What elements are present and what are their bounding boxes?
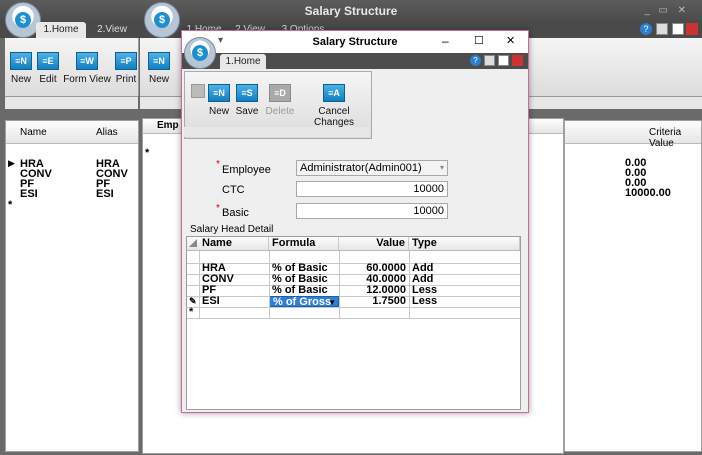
report-icon[interactable] bbox=[656, 23, 668, 35]
print-icon: ≡P bbox=[115, 52, 137, 70]
employee-select[interactable]: Administrator(Admin001) ▾ bbox=[296, 160, 448, 176]
column-header-type[interactable]: Type bbox=[409, 237, 520, 250]
close-button[interactable]: ✕ bbox=[506, 34, 515, 47]
chevron-down-icon[interactable]: ▾ bbox=[440, 161, 444, 175]
dialog-titlebar: ▾ Salary Structure – ☐ ✕ bbox=[182, 31, 528, 53]
left-ribbon: ≡N New ≡E Edit ≡W Form View ≡P Print bbox=[5, 38, 139, 96]
required-marker: * bbox=[216, 159, 220, 170]
new-row-marker-icon: * bbox=[8, 199, 13, 211]
list-item[interactable]: PF PF bbox=[20, 178, 138, 190]
maximize-button[interactable]: ☐ bbox=[474, 34, 484, 47]
window-icon[interactable] bbox=[498, 55, 509, 66]
new-icon: ≡N bbox=[208, 84, 230, 102]
left-pane: $ 1.Home 2.View ≡N New ≡E Edit ≡W Form View… bbox=[0, 0, 139, 455]
app-logo-icon[interactable]: $ bbox=[144, 2, 180, 38]
column-header-name[interactable]: Name bbox=[199, 237, 269, 250]
tab-view[interactable]: 2.View bbox=[90, 22, 134, 38]
new-button[interactable]: ≡N New bbox=[146, 52, 172, 85]
grid-icon bbox=[191, 84, 205, 98]
help-icon[interactable]: ? bbox=[470, 55, 481, 66]
required-marker: * bbox=[216, 203, 220, 214]
right-pane: ? Criteria Value 0.00 0.00 0.00 10000.00 bbox=[564, 0, 702, 455]
criteria-grid: Criteria Value 0.00 0.00 0.00 10000.00 bbox=[564, 120, 702, 452]
edit-icon: ≡E bbox=[37, 52, 59, 70]
tab-home[interactable]: 1.Home bbox=[36, 22, 86, 38]
formula-dropdown[interactable]: % of Gross ▼ bbox=[269, 296, 339, 308]
new-icon: ≡N bbox=[148, 52, 170, 70]
basic-field[interactable]: 10000 bbox=[296, 203, 448, 219]
basic-label: Basic bbox=[222, 207, 249, 219]
form-view-button[interactable]: ≡W Form View bbox=[62, 52, 112, 85]
column-header-name[interactable]: Name bbox=[20, 127, 47, 138]
ctc-field[interactable]: 10000 bbox=[296, 181, 448, 197]
help-icon[interactable]: ? bbox=[640, 23, 652, 35]
column-header-criteria-value[interactable]: Criteria Value bbox=[649, 127, 701, 149]
ctc-label: CTC bbox=[222, 184, 245, 196]
criteria-value-cell[interactable]: 10000.00 bbox=[625, 188, 701, 199]
column-header-alias[interactable]: Alias bbox=[96, 127, 118, 138]
new-row-marker-icon: * bbox=[145, 147, 150, 159]
window-icon[interactable] bbox=[672, 23, 684, 35]
exit-icon[interactable] bbox=[512, 55, 523, 66]
grid-corner-icon bbox=[189, 239, 197, 247]
delete-icon: ≡D bbox=[269, 84, 291, 102]
employee-label: Employee bbox=[222, 164, 271, 176]
column-header-value[interactable]: Value bbox=[339, 237, 409, 250]
list-item[interactable]: HRA HRA bbox=[20, 158, 138, 170]
new-icon: ≡N bbox=[10, 52, 32, 70]
salary-structure-dialog: ▾ Salary Structure – ☐ ✕ 1.Home ? $ ≡N Ne… bbox=[181, 30, 529, 413]
tab-home[interactable]: 1.Home bbox=[220, 54, 266, 69]
new-row[interactable]: * bbox=[187, 307, 520, 319]
exit-icon[interactable] bbox=[686, 23, 698, 35]
list-item[interactable]: ESI ESI bbox=[20, 188, 138, 200]
edit-button[interactable]: ≡E Edit bbox=[36, 52, 60, 85]
report-icon[interactable] bbox=[484, 55, 495, 66]
column-header-employee[interactable]: Emp bbox=[157, 120, 179, 131]
new-button[interactable]: ≡N New bbox=[207, 84, 231, 117]
list-item[interactable]: CONV CONV bbox=[20, 168, 138, 180]
print-button[interactable]: ≡P Print bbox=[113, 52, 139, 85]
list-grid: Name Alias ▶ HRA HRA CONV CONV PF PF ESI ESI… bbox=[5, 120, 139, 452]
app-logo-icon[interactable]: $ bbox=[184, 37, 216, 69]
list-rows: HRA HRA CONV CONV PF PF ESI ESI bbox=[20, 158, 138, 200]
save-button[interactable]: ≡S Save bbox=[235, 84, 259, 117]
delete-button[interactable]: ≡D Delete bbox=[265, 84, 295, 117]
cancel-changes-icon: ≡A bbox=[323, 84, 345, 102]
new-row-marker-icon: * bbox=[189, 306, 194, 318]
minimize-button[interactable]: – bbox=[442, 34, 449, 48]
salary-head-detail-label: Salary Head Detail bbox=[190, 224, 274, 235]
salary-head-grid: Name Formula Value Type HRA % of Basic 6… bbox=[186, 236, 521, 410]
form-view-icon: ≡W bbox=[76, 52, 98, 70]
current-row-arrow-icon: ▶ bbox=[8, 158, 15, 168]
column-header-formula[interactable]: Formula bbox=[269, 237, 339, 250]
dialog-tabbar: 1.Home ? bbox=[182, 53, 528, 69]
new-button[interactable]: ≡N New bbox=[8, 52, 34, 85]
cancel-changes-button[interactable]: ≡A Cancel Changes bbox=[301, 84, 367, 128]
save-icon: ≡S bbox=[236, 84, 258, 102]
